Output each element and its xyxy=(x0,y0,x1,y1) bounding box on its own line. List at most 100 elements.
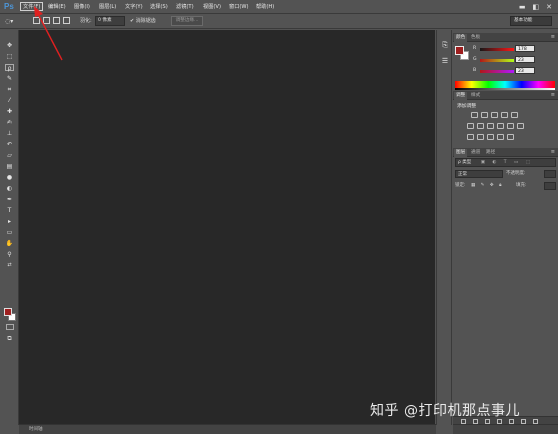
photo-filter-icon[interactable] xyxy=(497,123,504,129)
quick-mask-icon[interactable] xyxy=(6,324,14,330)
tab-adjustments[interactable]: 调整 xyxy=(454,92,468,100)
zoom-tool-icon[interactable]: ⚲ xyxy=(5,251,14,258)
gradient-map-icon[interactable] xyxy=(497,134,504,140)
menu-bar: Ps 文件(F) 编辑(E) 图像(I) 图层(L) 文字(Y) 选择(S) 滤… xyxy=(0,0,558,14)
menu-window[interactable]: 窗口(W) xyxy=(229,3,249,12)
type-tool-icon[interactable]: T xyxy=(5,207,14,214)
foreground-color-swatch[interactable] xyxy=(4,308,12,316)
menu-filter[interactable]: 滤镜(T) xyxy=(176,3,194,12)
menu-image[interactable]: 图像(I) xyxy=(74,3,90,12)
watermark: 知乎 @打印机那点事儿 xyxy=(370,403,520,419)
panel-menu-icon[interactable]: ≡ xyxy=(551,33,555,41)
exposure-icon[interactable] xyxy=(501,112,508,118)
clone-stamp-tool-icon[interactable]: ⊥ xyxy=(5,130,14,137)
ps-logo: Ps xyxy=(4,2,14,11)
close-button[interactable]: ✕ xyxy=(546,2,552,12)
feather-input[interactable]: 0 像素 xyxy=(95,16,125,26)
b-value[interactable]: 23 xyxy=(515,67,535,74)
panel-menu-icon[interactable]: ≡ xyxy=(551,148,555,156)
history-panel-icon[interactable]: ⎘ xyxy=(440,40,450,50)
document-canvas-area[interactable] xyxy=(19,30,435,424)
shape-tool-icon[interactable]: ▭ xyxy=(5,229,14,236)
window-controls: ▬ ◧ ✕ xyxy=(519,2,552,12)
workspace-label: 基本功能 xyxy=(514,18,533,23)
black-white-icon[interactable] xyxy=(487,123,494,129)
selective-color-icon[interactable] xyxy=(507,134,514,140)
pen-tool-icon[interactable]: ✒ xyxy=(5,196,14,203)
timeline-bar[interactable]: 时间轴 xyxy=(19,424,436,434)
properties-panel-icon[interactable]: ☰ xyxy=(440,56,450,66)
path-select-tool-icon[interactable]: ▸ xyxy=(5,218,14,225)
opacity-label: 不透明度: xyxy=(506,171,526,176)
hand-tool-icon[interactable]: ✋ xyxy=(5,240,14,247)
fill-label: 填充: xyxy=(516,183,527,188)
refine-edge-button[interactable]: 调整边缘... xyxy=(171,16,203,26)
history-brush-tool-icon[interactable]: ↶ xyxy=(5,141,14,148)
right-status-bar xyxy=(453,424,558,434)
photoshop-window: Ps 文件(F) 编辑(E) 图像(I) 图层(L) 文字(Y) 选择(S) 滤… xyxy=(0,0,558,434)
blend-mode-select[interactable]: 正常 xyxy=(455,170,503,178)
menu-layer[interactable]: 图层(L) xyxy=(99,3,116,12)
screen-mode-icon[interactable]: ⧉ xyxy=(5,335,14,342)
layer-filter-bar[interactable]: ρ 类型 ▣ ◐ T ▭ ⬚ xyxy=(455,158,556,167)
g-label: G xyxy=(473,57,477,62)
menu-view[interactable]: 视图(V) xyxy=(203,3,221,12)
vibrance-icon[interactable] xyxy=(511,112,518,118)
lasso-preset-icon[interactable]: ◌▾ xyxy=(5,17,13,26)
layer-filter-label: ρ 类型 xyxy=(458,160,472,165)
curves-icon[interactable] xyxy=(491,112,498,118)
channel-mixer-icon[interactable] xyxy=(507,123,514,129)
color-lookup-icon[interactable] xyxy=(517,123,524,129)
tab-swatches[interactable]: 色板 xyxy=(469,34,482,42)
r-slider[interactable] xyxy=(480,48,514,51)
b-slider[interactable] xyxy=(480,70,514,73)
b-label: B xyxy=(473,68,477,73)
dodge-tool-icon[interactable]: ◐ xyxy=(5,185,14,192)
blur-tool-icon[interactable]: ● xyxy=(5,174,14,181)
menu-help[interactable]: 帮助(H) xyxy=(256,3,274,12)
swap-colors-icon[interactable]: ⇄ xyxy=(5,262,14,269)
healing-brush-tool-icon[interactable]: ✚ xyxy=(5,108,14,115)
brush-tool-icon[interactable]: ✍ xyxy=(5,119,14,126)
grayscale-ramp[interactable] xyxy=(455,88,555,90)
crop-tool-icon[interactable]: ⌗ xyxy=(5,86,14,93)
invert-icon[interactable] xyxy=(467,134,474,140)
eraser-tool-icon[interactable]: ▱ xyxy=(5,152,14,159)
g-value[interactable]: 23 xyxy=(515,56,535,63)
layer-filter-icons[interactable]: ▣ ◐ T ▭ ⬚ xyxy=(481,160,533,165)
menu-select[interactable]: 选择(S) xyxy=(150,3,168,12)
adjustment-row-1 xyxy=(471,112,518,118)
tab-layers[interactable]: 图层 xyxy=(454,149,468,157)
tab-color[interactable]: 颜色 xyxy=(454,34,468,42)
eyedropper-tool-icon[interactable]: ⁄ xyxy=(5,97,14,104)
threshold-icon[interactable] xyxy=(487,134,494,140)
lasso-tool-icon[interactable]: ρ xyxy=(5,64,14,72)
color-spectrum[interactable] xyxy=(455,81,555,88)
tab-channels[interactable]: 通道 xyxy=(469,149,482,157)
r-value[interactable]: 178 xyxy=(515,45,535,52)
minimize-button[interactable]: ▬ xyxy=(519,2,526,12)
opacity-input[interactable] xyxy=(544,170,556,178)
posterize-icon[interactable] xyxy=(477,134,484,140)
g-slider[interactable] xyxy=(480,59,514,62)
color-balance-icon[interactable] xyxy=(477,123,484,129)
levels-icon[interactable] xyxy=(481,112,488,118)
fill-input[interactable] xyxy=(544,182,556,190)
tab-paths[interactable]: 路径 xyxy=(484,149,497,157)
restore-button[interactable]: ◧ xyxy=(533,2,540,12)
quick-select-tool-icon[interactable]: ✎ xyxy=(5,75,14,82)
color-panel-foreground[interactable] xyxy=(455,46,464,55)
checkmark-icon: ✔ xyxy=(130,18,135,24)
hue-saturation-icon[interactable] xyxy=(467,123,474,129)
workspace-select[interactable]: 基本功能 xyxy=(510,16,552,26)
feather-value: 0 像素 xyxy=(98,18,112,23)
move-tool-icon[interactable]: ✥ xyxy=(5,42,14,49)
brightness-icon[interactable] xyxy=(471,112,478,118)
panel-menu-icon[interactable]: ≡ xyxy=(551,91,555,99)
marquee-tool-icon[interactable]: ⬚ xyxy=(5,53,14,60)
lock-icons[interactable]: ▦ ✎ ✥ 🔒︎ xyxy=(471,182,503,190)
antialias-checkbox[interactable]: ✔ 消除锯齿 xyxy=(130,17,156,26)
gradient-tool-icon[interactable]: ▤ xyxy=(5,163,14,170)
tab-styles[interactable]: 样式 xyxy=(469,92,482,100)
menu-type[interactable]: 文字(Y) xyxy=(125,3,143,12)
